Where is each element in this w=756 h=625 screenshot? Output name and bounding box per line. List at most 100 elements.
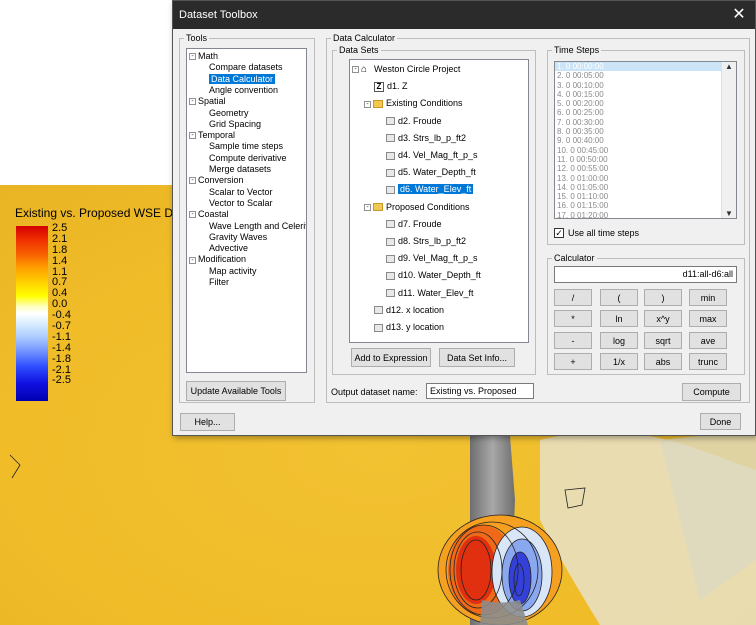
expression-input[interactable]: d11:all-d6:all [554,266,737,283]
tools-item[interactable]: Wave Length and Celerity [209,221,306,232]
calc-button[interactable]: ave [689,332,727,349]
collapse-icon[interactable]: - [189,177,196,185]
tools-item-label: Gravity Waves [209,231,268,242]
tools-item[interactable]: Geometry [209,108,249,119]
use-all-time-steps-checkbox[interactable]: ✓ Use all time steps [554,228,639,238]
tools-item[interactable]: Scalar to Vector [209,187,273,198]
calc-button[interactable]: + [554,353,592,370]
tools-category[interactable]: - Temporal [189,130,235,141]
dataset-tree-item[interactable]: d8. Strs_lb_p_ft2 [386,236,466,247]
dataset-tree-item[interactable]: d7. Froude [386,219,442,230]
tools-item[interactable]: Map activity [209,266,257,277]
close-icon[interactable]: ✕ [729,5,749,25]
time-step-item[interactable]: 8. 0 00:35:00 [555,127,722,136]
dataset-tree-item[interactable]: d6. Water_Elev_ft [386,184,474,195]
calc-button[interactable]: trunc [689,353,727,370]
datasets-tree[interactable]: - ⌂ Weston Circle Project Zd1. Z - Existing C… [349,59,529,343]
dataset-tree-item[interactable]: d5. Water_Depth_ft [386,167,476,178]
collapse-icon[interactable]: - [189,256,196,264]
dataset-tree-item[interactable]: d11. Water_Elev_ft [386,288,474,299]
dataset-tree-item[interactable]: d13. y location [374,322,444,333]
calc-button[interactable]: ) [644,289,682,306]
time-step-item[interactable]: 11. 0 00:50:00 [555,155,722,164]
update-tools-button[interactable]: Update Available Tools [186,381,286,401]
compute-button[interactable]: Compute [682,383,741,401]
tools-category[interactable]: - Conversion [189,175,244,186]
time-steps-scrollbar[interactable]: ▲ ▼ [721,62,736,218]
tools-category[interactable]: - Math [189,51,218,62]
tools-item[interactable]: Angle convention [209,85,278,96]
title-bar[interactable]: Dataset Toolbox ✕ [173,1,755,29]
calc-button[interactable]: / [554,289,592,306]
calc-button[interactable]: ( [600,289,638,306]
data-set-info-button[interactable]: Data Set Info... [439,348,515,367]
dataset-label: d1. Z [387,81,408,92]
dataset-label: d3. Strs_lb_p_ft2 [398,132,467,143]
time-step-item[interactable]: 14. 0 01:05:00 [555,183,722,192]
calc-button[interactable]: min [689,289,727,306]
tools-item[interactable]: Grid Spacing [209,119,261,130]
calc-button[interactable]: - [554,332,592,349]
dataset-tree-item[interactable]: - ⌂ Weston Circle Project [352,64,460,75]
dataset-tree-item[interactable]: d4. Vel_Mag_ft_p_s [386,150,478,161]
dataset-label: d8. Strs_lb_p_ft2 [398,236,467,246]
done-button[interactable]: Done [700,413,741,430]
time-step-item[interactable]: 10. 0 00:45:00 [555,146,722,155]
tools-item[interactable]: Compute derivative [209,153,287,164]
tools-item[interactable]: Sample time steps [209,141,283,152]
dataset-tree-item[interactable]: - Proposed Conditions [364,202,470,213]
tools-item[interactable]: Compare datasets [209,62,283,73]
time-step-item[interactable]: 16. 0 01:15:00 [555,201,722,210]
collapse-icon[interactable]: - [189,98,196,106]
calc-button[interactable]: x^y [644,310,682,327]
time-step-item[interactable]: 1. 0 00:00:00 [555,62,722,72]
add-to-expression-button[interactable]: Add to Expression [351,348,431,367]
calc-button[interactable]: max [689,310,727,327]
collapse-icon[interactable]: - [189,132,196,140]
dataset-tree-item[interactable]: d10. Water_Depth_ft [386,270,481,281]
calc-button[interactable]: log [600,332,638,349]
calc-button[interactable]: ln [600,310,638,327]
tools-item[interactable]: Gravity Waves [209,232,267,243]
time-step-item[interactable]: 7. 0 00:30:00 [555,118,722,127]
time-step-item[interactable]: 5. 0 00:20:00 [555,99,722,108]
time-step-item[interactable]: 4. 0 00:15:00 [555,90,722,99]
time-step-item[interactable]: 13. 0 01:00:00 [555,174,722,183]
tools-item[interactable]: Filter [209,277,229,288]
scroll-up-icon[interactable]: ▲ [722,62,736,71]
collapse-icon[interactable]: - [364,203,371,211]
time-step-item[interactable]: 17. 0 01:20:00 [555,211,722,218]
time-step-item[interactable]: 15. 0 01:10:00 [555,192,722,201]
time-step-item[interactable]: 3. 0 00:10:00 [555,81,722,90]
dataset-tree-item[interactable]: d9. Vel_Mag_ft_p_s [386,253,478,264]
tools-category[interactable]: - Coastal [189,209,229,220]
dataset-tree-item[interactable]: d2. Froude [386,116,442,127]
scroll-down-icon[interactable]: ▼ [722,209,736,218]
time-step-item[interactable]: 12. 0 00:55:00 [555,164,722,173]
time-step-item[interactable]: 2. 0 00:05:00 [555,71,722,80]
tools-item[interactable]: Advective [209,243,248,254]
tools-category[interactable]: - Spatial [189,96,226,107]
tools-category[interactable]: - Modification [189,254,246,265]
time-steps-list[interactable]: 1. 0 00:00:00 2. 0 00:05:00 3. 0 00:10:00 4… [554,61,737,219]
dataset-tree-item[interactable]: d12. x location [374,305,444,316]
help-button[interactable]: Help... [180,413,235,431]
collapse-icon[interactable]: - [364,100,371,108]
dataset-tree-item[interactable]: - Existing Conditions [364,98,463,109]
tools-tree[interactable]: - Math Compare datasets Data Calculator Angl… [186,48,307,373]
dataset-tree-item[interactable]: Zd1. Z [374,81,408,92]
calc-button[interactable]: abs [644,353,682,370]
calc-button[interactable]: sqrt [644,332,682,349]
collapse-icon[interactable]: - [352,66,359,74]
tools-item[interactable]: Vector to Scalar [209,198,273,209]
time-step-item[interactable]: 9. 0 00:40:00 [555,136,722,145]
calc-button[interactable]: * [554,310,592,327]
output-name-input[interactable]: Existing vs. Proposed [426,383,534,399]
dataset-tree-item[interactable]: d3. Strs_lb_p_ft2 [386,133,466,144]
collapse-icon[interactable]: - [189,53,196,61]
tools-item[interactable]: Merge datasets [209,164,271,175]
tools-item[interactable]: Data Calculator [209,73,276,85]
calc-button[interactable]: 1/x [600,353,638,370]
collapse-icon[interactable]: - [189,211,196,219]
time-step-item[interactable]: 6. 0 00:25:00 [555,108,722,117]
